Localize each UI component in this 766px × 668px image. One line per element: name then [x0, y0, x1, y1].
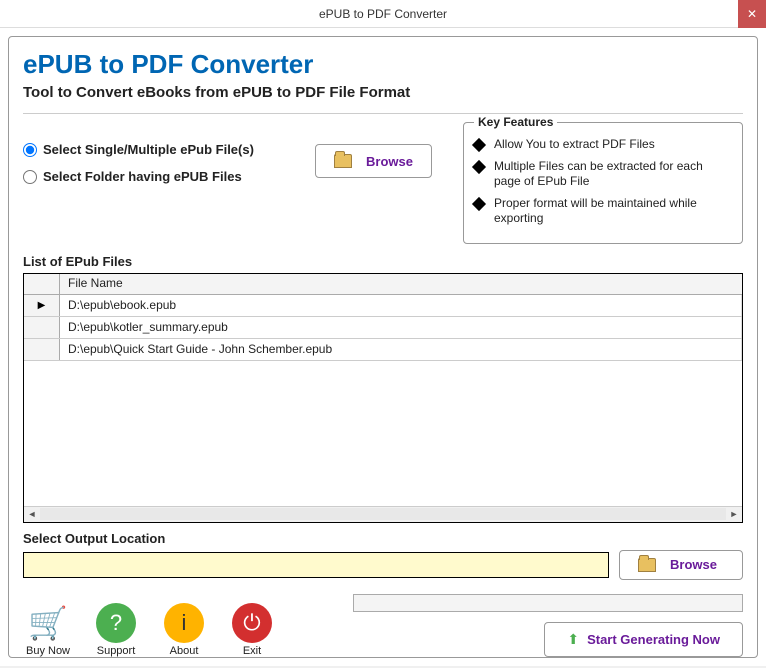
radio-folder[interactable]: Select Folder having ePUB Files — [23, 169, 303, 184]
row-indicator — [24, 317, 60, 338]
grid-column-filename[interactable]: File Name — [60, 274, 742, 294]
diamond-icon — [472, 160, 486, 174]
app-heading: ePUB to PDF Converter — [23, 49, 743, 80]
output-location-input[interactable] — [23, 552, 609, 578]
folder-icon — [334, 154, 352, 168]
row-indicator-icon: ▶ — [24, 295, 60, 316]
radio-folder-input[interactable] — [23, 170, 37, 184]
exit-button[interactable]: ⏻ Exit — [227, 603, 277, 657]
file-grid: File Name ▶ D:\epub\ebook.epub D:\epub\k… — [23, 273, 743, 523]
scroll-track[interactable] — [40, 508, 726, 520]
scroll-right-icon[interactable]: ► — [726, 506, 742, 522]
start-generating-button[interactable]: ⬆ Start Generating Now — [544, 622, 743, 657]
progress-bar — [353, 594, 743, 612]
browse-output-button[interactable]: Browse — [619, 550, 743, 580]
question-icon: ? — [96, 603, 136, 643]
support-label: Support — [97, 645, 136, 657]
grid-cell[interactable]: D:\epub\kotler_summary.epub — [60, 317, 742, 338]
exit-label: Exit — [243, 645, 261, 657]
diamond-icon — [472, 138, 486, 152]
diamond-icon — [472, 197, 486, 211]
radio-single-label: Select Single/Multiple ePub File(s) — [43, 142, 254, 157]
table-row[interactable]: D:\epub\kotler_summary.epub — [24, 317, 742, 339]
scroll-left-icon[interactable]: ◄ — [24, 506, 40, 522]
grid-header-row: File Name — [24, 274, 742, 295]
titlebar: ePUB to PDF Converter ✕ — [0, 0, 766, 28]
main-panel: ePUB to PDF Converter Tool to Convert eB… — [8, 36, 758, 658]
feature-text: Allow You to extract PDF Files — [494, 137, 655, 153]
divider — [23, 113, 743, 114]
grid-corner — [24, 274, 60, 294]
buy-label: Buy Now — [26, 645, 70, 657]
table-row[interactable]: ▶ D:\epub\ebook.epub — [24, 295, 742, 317]
cart-icon: 🛒 — [28, 603, 68, 643]
browse-source-button[interactable]: Browse — [315, 144, 432, 178]
grid-label: List of EPub Files — [23, 254, 743, 269]
browse-source-label: Browse — [366, 154, 413, 169]
output-label: Select Output Location — [23, 531, 743, 546]
support-button[interactable]: ? Support — [91, 603, 141, 657]
feature-text: Multiple Files can be extracted for each… — [494, 159, 732, 190]
window-title: ePUB to PDF Converter — [319, 7, 447, 21]
feature-item: Proper format will be maintained while e… — [474, 196, 732, 227]
source-radio-group: Select Single/Multiple ePub File(s) Sele… — [23, 122, 303, 244]
up-arrow-icon: ⬆ — [567, 631, 579, 648]
close-button[interactable]: ✕ — [738, 0, 766, 28]
radio-single-input[interactable] — [23, 143, 37, 157]
features-groupbox: Key Features Allow You to extract PDF Fi… — [463, 122, 743, 244]
browse-output-label: Browse — [670, 557, 717, 572]
grid-cell[interactable]: D:\epub\ebook.epub — [60, 295, 742, 316]
grid-cell[interactable]: D:\epub\Quick Start Guide - John Schembe… — [60, 339, 742, 360]
horizontal-scrollbar[interactable]: ◄ ► — [24, 506, 742, 522]
radio-single-files[interactable]: Select Single/Multiple ePub File(s) — [23, 142, 303, 157]
grid-body: ▶ D:\epub\ebook.epub D:\epub\kotler_summ… — [24, 295, 742, 506]
table-row[interactable]: D:\epub\Quick Start Guide - John Schembe… — [24, 339, 742, 361]
features-legend: Key Features — [474, 115, 557, 129]
feature-item: Multiple Files can be extracted for each… — [474, 159, 732, 190]
buy-now-button[interactable]: 🛒 Buy Now — [23, 603, 73, 657]
row-indicator — [24, 339, 60, 360]
radio-folder-label: Select Folder having ePUB Files — [43, 169, 242, 184]
folder-icon — [638, 558, 656, 572]
info-icon: i — [164, 603, 204, 643]
power-icon: ⏻ — [232, 603, 272, 643]
feature-item: Allow You to extract PDF Files — [474, 137, 732, 153]
app-subheading: Tool to Convert eBooks from ePUB to PDF … — [23, 84, 743, 101]
feature-text: Proper format will be maintained while e… — [494, 196, 732, 227]
about-button[interactable]: i About — [159, 603, 209, 657]
about-label: About — [170, 645, 199, 657]
start-label: Start Generating Now — [587, 632, 720, 647]
